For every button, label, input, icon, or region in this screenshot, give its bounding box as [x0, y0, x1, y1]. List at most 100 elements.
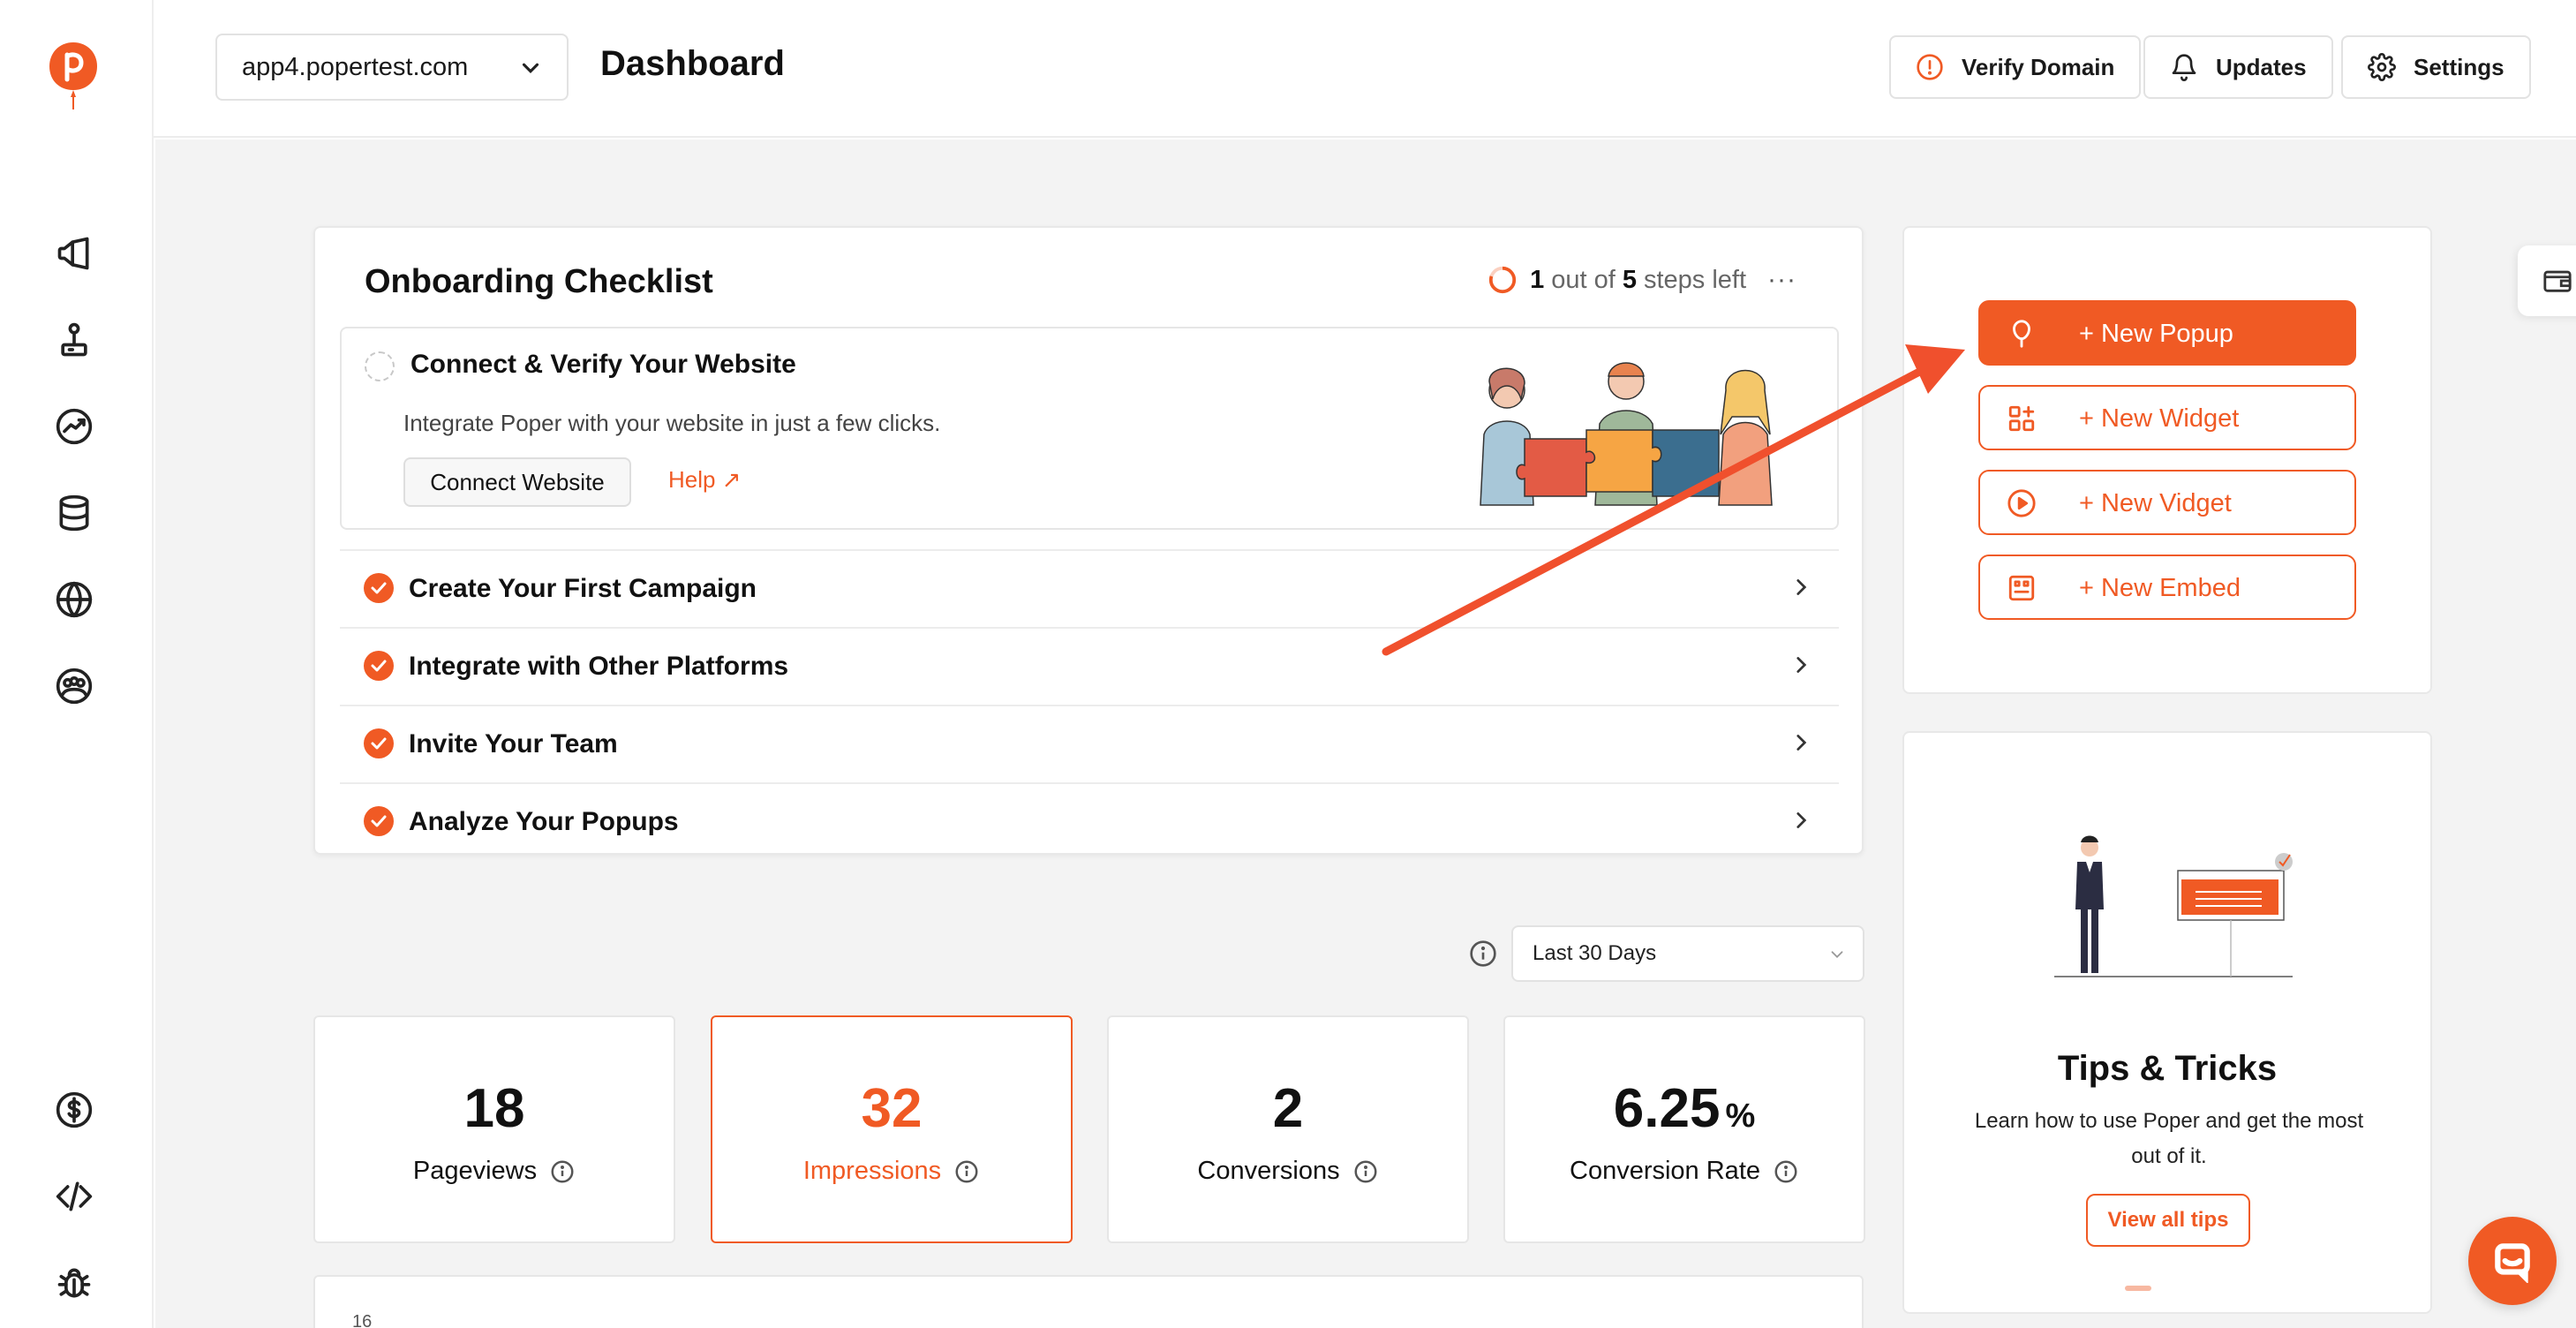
data-nav[interactable]	[54, 493, 94, 533]
code-icon	[56, 1181, 93, 1211]
gear-icon	[2368, 53, 2396, 81]
stat-pageviews[interactable]: 18 Pageviews	[313, 1015, 675, 1243]
domain-select-value: app4.popertest.com	[242, 52, 469, 81]
pending-step-icon	[365, 351, 395, 381]
check-circle-icon	[364, 806, 394, 836]
info-icon[interactable]	[1352, 1158, 1379, 1185]
database-icon	[59, 494, 89, 532]
chevron-right-icon	[1796, 579, 1807, 595]
stat-number: 32	[861, 1078, 923, 1139]
stat-conversion-rate[interactable]: 6.25% Conversion Rate	[1503, 1015, 1865, 1243]
new-widget-button[interactable]: + New Widget	[1978, 385, 2356, 450]
onboarding-title: Onboarding Checklist	[365, 263, 713, 300]
step-description: Integrate Poper with your website in jus…	[403, 410, 941, 436]
new-widget-label: + New Widget	[2079, 404, 2240, 433]
stat-number: 6.25	[1613, 1078, 1721, 1139]
stat-value: 6.25%	[1505, 1077, 1864, 1140]
chevron-right-icon	[1796, 812, 1807, 828]
view-all-tips-button[interactable]: View all tips	[2086, 1194, 2250, 1247]
balloon-icon	[2013, 320, 2030, 348]
updates-label: Updates	[2216, 53, 2307, 80]
verify-domain-button[interactable]: Verify Domain	[1889, 35, 2142, 99]
trending-up-icon	[56, 408, 93, 445]
puzzle-team-illustration	[1480, 362, 1773, 506]
new-embed-label: + New Embed	[2079, 574, 2241, 602]
stat-label: Pageviews	[315, 1157, 674, 1186]
info-icon[interactable]	[549, 1158, 576, 1185]
step-label: Integrate with Other Platforms	[409, 652, 789, 681]
impressions-chart: 16	[313, 1275, 1864, 1328]
bell-icon	[2172, 54, 2196, 81]
step-row-invite-team[interactable]: Invite Your Team	[340, 705, 1839, 781]
step-row-integrate[interactable]: Integrate with Other Platforms	[340, 627, 1839, 703]
chat-support-button[interactable]	[2468, 1217, 2557, 1305]
stat-value: 32	[712, 1077, 1071, 1140]
tips-title: Tips & Tricks	[2057, 1049, 2278, 1088]
team-nav[interactable]	[54, 666, 94, 706]
community-icon	[56, 668, 93, 705]
stat-label-text: Impressions	[802, 1157, 942, 1185]
analytics-nav[interactable]	[54, 406, 94, 447]
domain-select[interactable]: app4.popertest.com	[215, 34, 569, 101]
date-range-select[interactable]: Last 30 Days	[1511, 925, 1864, 982]
dollar-icon	[56, 1091, 93, 1128]
step-label: Create Your First Campaign	[409, 574, 757, 603]
progress-ring-icon	[1488, 266, 1517, 294]
quick-actions-card: + New Popup + New Widget + New Vidget + …	[1902, 226, 2432, 694]
joystick-icon	[61, 322, 87, 357]
stat-number: 18	[463, 1078, 525, 1139]
help-link[interactable]: Help ↗	[668, 466, 741, 494]
tips-card: Tips & Tricks Learn how to use Poper and…	[1902, 731, 2432, 1314]
connect-website-button[interactable]: Connect Website	[403, 457, 631, 507]
play-circle-icon	[2007, 489, 2036, 517]
code-nav[interactable]	[54, 1176, 94, 1217]
settings-button[interactable]: Settings	[2341, 35, 2531, 99]
chat-icon	[2495, 1243, 2530, 1283]
onboarding-checklist: Onboarding Checklist 1 out of 5 steps le…	[313, 226, 1864, 855]
new-embed-button[interactable]: + New Embed	[1978, 555, 2356, 620]
updates-button[interactable]: Updates	[2143, 35, 2333, 99]
new-popup-button[interactable]: + New Popup	[1978, 300, 2356, 366]
progress-mid: out of	[1551, 265, 1616, 294]
stat-conversions[interactable]: 2 Conversions	[1107, 1015, 1469, 1243]
step-row-create-campaign[interactable]: Create Your First Campaign	[340, 549, 1839, 625]
chevron-down-icon	[1831, 951, 1843, 959]
top-bar: app4.popertest.com Dashboard Verify Doma…	[154, 0, 2576, 138]
info-icon[interactable]	[1773, 1158, 1799, 1185]
embed-icon	[2008, 575, 2035, 601]
stat-label-text: Conversions	[1197, 1157, 1340, 1185]
poper-logo[interactable]	[46, 39, 101, 115]
stat-label-text: Pageviews	[412, 1157, 538, 1185]
stat-unit: %	[1725, 1098, 1756, 1135]
alert-circle-icon	[1917, 54, 1943, 80]
info-icon[interactable]	[1469, 939, 1497, 968]
step-connect-verify: Connect & Verify Your Website Integrate …	[340, 327, 1839, 530]
info-icon[interactable]	[953, 1158, 980, 1185]
step-row-analyze[interactable]: Analyze Your Popups	[340, 782, 1839, 858]
carousel-indicator[interactable]	[2125, 1286, 2151, 1291]
domains-nav[interactable]	[54, 579, 94, 620]
tips-description: Learn how to use Poper and get the most …	[1974, 1109, 2364, 1168]
new-vidget-button[interactable]: + New Vidget	[1978, 470, 2356, 535]
stat-label: Conversion Rate	[1505, 1157, 1864, 1186]
step-label: Analyze Your Popups	[409, 807, 679, 836]
date-range-value: Last 30 Days	[1533, 941, 1657, 965]
bug-icon	[57, 1268, 91, 1298]
stat-label: Conversions	[1109, 1157, 1467, 1186]
stat-impressions[interactable]: 32 Impressions	[711, 1015, 1073, 1243]
billing-nav[interactable]	[54, 1090, 94, 1130]
more-options-icon[interactable]: ···	[1767, 265, 1796, 295]
games-nav[interactable]	[54, 320, 94, 360]
globe-icon	[56, 581, 93, 618]
step-label: Invite Your Team	[409, 729, 618, 758]
chevron-right-icon	[1796, 657, 1807, 673]
bug-report-nav[interactable]	[54, 1263, 94, 1303]
new-vidget-label: + New Vidget	[2079, 489, 2232, 517]
stat-number: 2	[1272, 1078, 1304, 1139]
stat-value: 2	[1109, 1077, 1467, 1140]
progress-suffix: steps left	[1643, 265, 1747, 294]
progress-total: 5	[1622, 265, 1637, 294]
campaigns-nav[interactable]	[54, 233, 94, 274]
side-panel-tab[interactable]	[2518, 245, 2576, 316]
verify-domain-label: Verify Domain	[1962, 53, 2115, 80]
